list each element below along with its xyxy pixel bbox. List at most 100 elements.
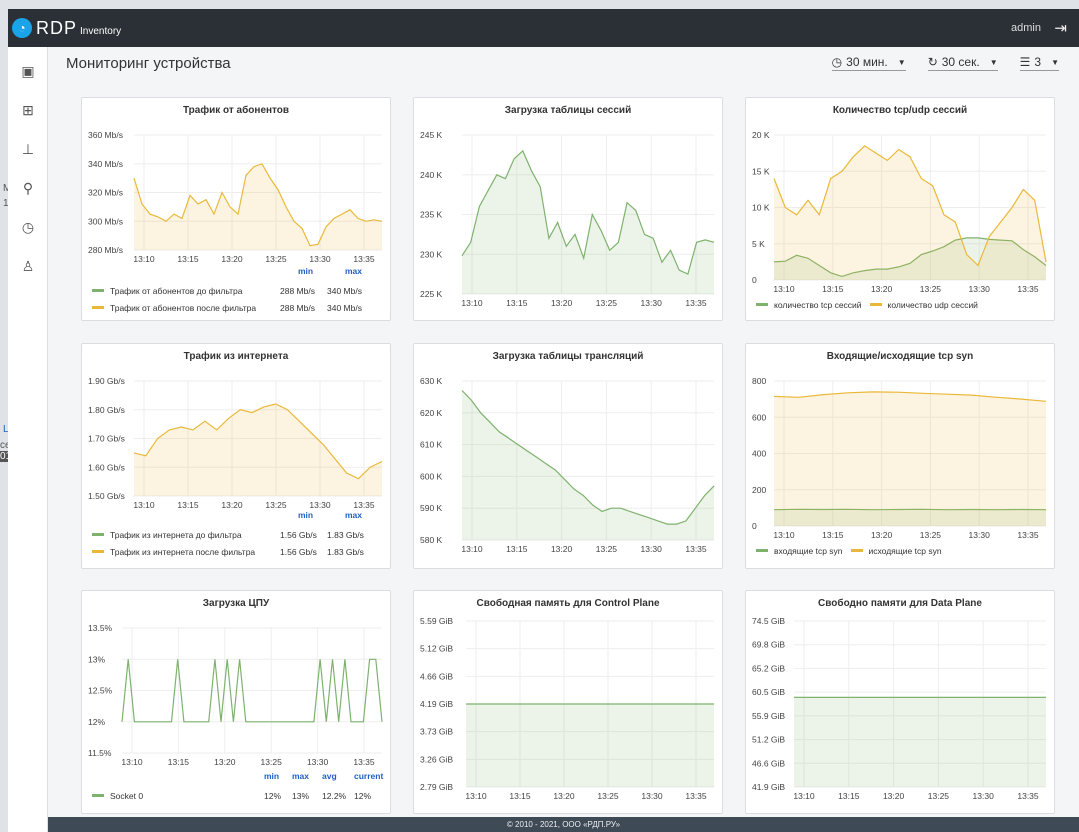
legend-item[interactable]: количество tcp сессий [756, 296, 862, 313]
legend-header[interactable]: min [298, 266, 313, 276]
x-tick-label: 13:10 [793, 791, 815, 801]
y-tick-label: 4.66 GiB [420, 671, 453, 681]
x-tick-label: 13:15 [506, 298, 528, 308]
panel-p3[interactable]: Количество tcp/udp сессий 20 K 15 K 10 K5 K… [745, 97, 1055, 321]
y-tick-label: 4.19 GiB [420, 699, 453, 709]
brand-name: RDP [36, 17, 78, 38]
panel-p9[interactable]: Свободно памяти для Data Plane 74.5 GiB 69… [745, 590, 1055, 814]
logout-icon[interactable]: ⇥ [1054, 19, 1067, 37]
refresh-select[interactable]: ↻ 30 сек. ▼ [927, 55, 998, 71]
y-tick-label: 1.80 Gb/s [88, 405, 125, 415]
x-tick-label: 13:35 [353, 757, 375, 767]
y-tick-label: 240 K [420, 170, 443, 180]
chart-legend: Трафик от абонентов до фильтра Трафик от … [92, 282, 256, 316]
user-name[interactable]: admin [1011, 22, 1041, 34]
grid-icon[interactable]: ⊞ [8, 92, 48, 128]
y-tick-label: 12.5% [88, 686, 113, 696]
legend-value: 12% [354, 791, 372, 801]
panel-p1[interactable]: Трафик от абонентов 360 Mb/s 340 Mb/s 320 M… [81, 97, 391, 321]
series-area [134, 163, 382, 250]
chart-legend: входящие tcp syn исходящие tcp syn [756, 542, 942, 559]
columns-select[interactable]: ☰ 3 ▼ [1019, 55, 1059, 71]
legend-item[interactable]: Трафик из интернета до фильтра [92, 526, 255, 543]
y-tick-label: 610 K [420, 440, 443, 450]
location-icon[interactable]: ⚲ [8, 170, 48, 206]
x-tick-label: 13:30 [973, 791, 995, 801]
legend-item[interactable]: Трафик из интернета после фильтра [92, 543, 255, 560]
x-tick-label: 13:20 [221, 500, 243, 510]
y-tick-label: 1.50 Gb/s [88, 491, 125, 501]
y-tick-label: 74.5 GiB [752, 616, 785, 626]
legend-header[interactable]: min [298, 510, 313, 520]
series-area [462, 150, 714, 294]
x-tick-label: 13:25 [261, 757, 283, 767]
legend-swatch [756, 303, 768, 306]
legend-value: 288 Mb/s [280, 286, 315, 296]
x-tick-label: 13:30 [969, 530, 991, 540]
y-tick-label: 41.9 GiB [752, 782, 785, 792]
legend-header[interactable]: max [292, 771, 309, 781]
legend-value: 1.83 Gb/s [327, 547, 364, 557]
panel-p2[interactable]: Загрузка таблицы сессий 245 K 240 K 235 K 23… [413, 97, 723, 321]
x-tick-label: 13:30 [309, 254, 331, 264]
legend-item[interactable]: Socket 0 [92, 787, 143, 804]
legend-label: входящие tcp syn [774, 545, 843, 556]
legend-value: 13% [292, 791, 310, 801]
legend-value: 288 Mb/s [280, 303, 315, 313]
panel-p6[interactable]: Входящие/исходящие tcp syn 800 600 400 200 0 1… [745, 343, 1055, 569]
legend-item[interactable]: Трафик от абонентов после фильтра [92, 299, 256, 316]
dashboard-controls: ◷ 30 мин. ▼ ↻ 30 сек. ▼ ☰ 3 ▼ [831, 55, 1059, 71]
legend-item[interactable]: количество udp сессий [869, 296, 978, 313]
x-tick-label: 13:10 [465, 791, 487, 801]
panel-p8[interactable]: Свободная память для Control Plane 5.59 G… [413, 590, 723, 814]
time-range-value: 30 мин. [846, 55, 888, 69]
legend-item[interactable]: Трафик от абонентов до фильтра [92, 282, 256, 299]
legend-label: Трафик из интернета до фильтра [110, 529, 242, 540]
legend-value: 340 Mb/s [327, 286, 362, 296]
y-tick-label: 20 K [752, 130, 770, 140]
legend-header[interactable]: min [264, 771, 279, 781]
panel-p5[interactable]: Загрузка таблицы трансляций 630 K 620 K 610… [413, 343, 723, 569]
legend-item[interactable]: исходящие tcp syn [850, 542, 942, 559]
top-bar: ◔ RDP Inventory admin ⇥ [8, 9, 1079, 47]
clock-icon[interactable]: ◷ [8, 209, 48, 245]
y-tick-label: 320 Mb/s [88, 188, 123, 198]
x-tick-label: 13:15 [822, 530, 844, 540]
x-tick-label: 13:35 [1017, 791, 1039, 801]
router-icon[interactable]: ⊥ [8, 131, 48, 167]
x-tick-label: 13:35 [1017, 284, 1039, 294]
x-tick-label: 13:15 [177, 254, 199, 264]
legend-label: количество udp сессий [887, 299, 978, 310]
x-tick-label: 13:20 [883, 791, 905, 801]
x-tick-label: 13:25 [920, 530, 942, 540]
x-tick-label: 13:10 [773, 530, 795, 540]
legend-header[interactable]: current [354, 771, 383, 781]
y-tick-label: 13.5% [88, 623, 113, 633]
chevron-down-icon: ▼ [989, 57, 998, 67]
chart-legend: Socket 0 [92, 787, 143, 804]
app-logo[interactable]: ◔ RDP Inventory [12, 18, 121, 39]
legend-swatch [92, 794, 104, 797]
x-tick-label: 13:30 [969, 284, 991, 294]
chart-legend: количество tcp сессий количество udp сесс… [756, 296, 978, 313]
time-range-select[interactable]: ◷ 30 мин. ▼ [831, 55, 906, 71]
sidebar: ▣ ⊞ ⊥ ⚲ ◷ ♙ [8, 47, 48, 832]
clock-icon: ◷ [831, 55, 843, 69]
series-area [774, 145, 1046, 280]
legend-header[interactable]: max [345, 510, 362, 520]
y-tick-label: 46.6 GiB [752, 758, 785, 768]
x-tick-label: 13:20 [551, 298, 573, 308]
legend-header[interactable]: max [345, 266, 362, 276]
panel-p4[interactable]: Трафик из интернета 1.90 Gb/s 1.80 Gb/s 1.7… [81, 343, 391, 569]
dashboard-icon[interactable]: ▣ [8, 53, 48, 89]
y-tick-label: 245 K [420, 130, 443, 140]
legend-item[interactable]: входящие tcp syn [756, 542, 843, 559]
legend-header[interactable]: avg [322, 771, 337, 781]
legend-swatch [92, 306, 104, 309]
x-tick-label: 13:35 [353, 254, 375, 264]
y-tick-label: 15 K [752, 166, 770, 176]
user-icon[interactable]: ♙ [8, 248, 48, 284]
y-tick-label: 230 K [420, 249, 443, 259]
logo-icon: ◔ [12, 18, 32, 38]
panel-p7[interactable]: Загрузка ЦПУ 13.5% 13% 12.5% 12% 11.5% 13:10 13… [81, 590, 391, 814]
